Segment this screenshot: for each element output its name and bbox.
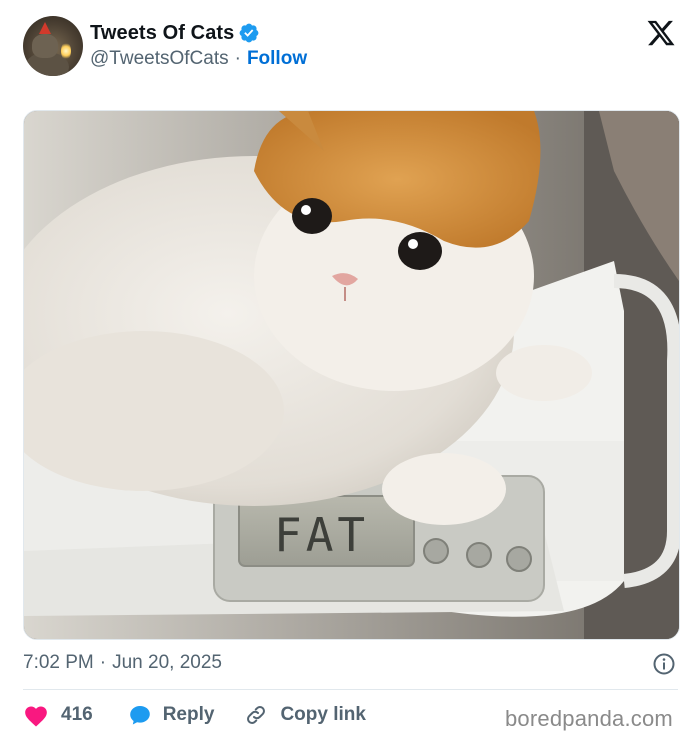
author-display-name[interactable]: Tweets Of Cats: [90, 22, 234, 45]
reply-label: Reply: [162, 704, 215, 725]
cat-on-scale-image: FAT: [24, 111, 679, 639]
like-count: 416: [61, 704, 93, 725]
like-button[interactable]: 416: [23, 703, 93, 727]
author-handle[interactable]: @TweetsOfCats: [90, 48, 229, 70]
timestamp-separator: ·: [99, 652, 107, 673]
divider: [23, 689, 678, 690]
avatar-cat-face: [32, 34, 58, 58]
heart-icon: [25, 706, 47, 727]
avatar-party-hat: [39, 22, 51, 34]
source-watermark: boredpanda.com: [505, 706, 673, 731]
copy-link-button[interactable]: Copy link: [244, 703, 366, 727]
tweet-photo[interactable]: FAT: [23, 110, 680, 640]
scale-display-text: FAT: [274, 508, 369, 562]
reply-bubble-icon: [129, 706, 150, 725]
author-handle-row: @TweetsOfCats · Follow: [90, 47, 307, 71]
handle-separator: ·: [234, 48, 241, 69]
tweet-actions: 416 Reply Copy link: [23, 701, 366, 729]
avatar-candle-glow: [61, 42, 71, 60]
verified-badge-icon: [240, 23, 259, 43]
tweet-card: Tweets Of Cats @TweetsOfCats · Follow FA…: [0, 0, 700, 742]
tweet-timestamp[interactable]: 7:02 PM · Jun 20, 2025: [23, 651, 222, 675]
copy-link-label: Copy link: [280, 704, 366, 725]
x-logo-icon[interactable]: [646, 18, 676, 48]
reply-button[interactable]: Reply: [127, 703, 215, 727]
link-icon: [247, 706, 266, 724]
avatar[interactable]: [23, 16, 83, 76]
tweet-time: 7:02 PM: [23, 652, 94, 673]
tweet-date: Jun 20, 2025: [112, 652, 222, 673]
info-icon[interactable]: [652, 652, 676, 676]
follow-button[interactable]: Follow: [247, 48, 307, 70]
author-name-row: Tweets Of Cats: [90, 20, 260, 46]
